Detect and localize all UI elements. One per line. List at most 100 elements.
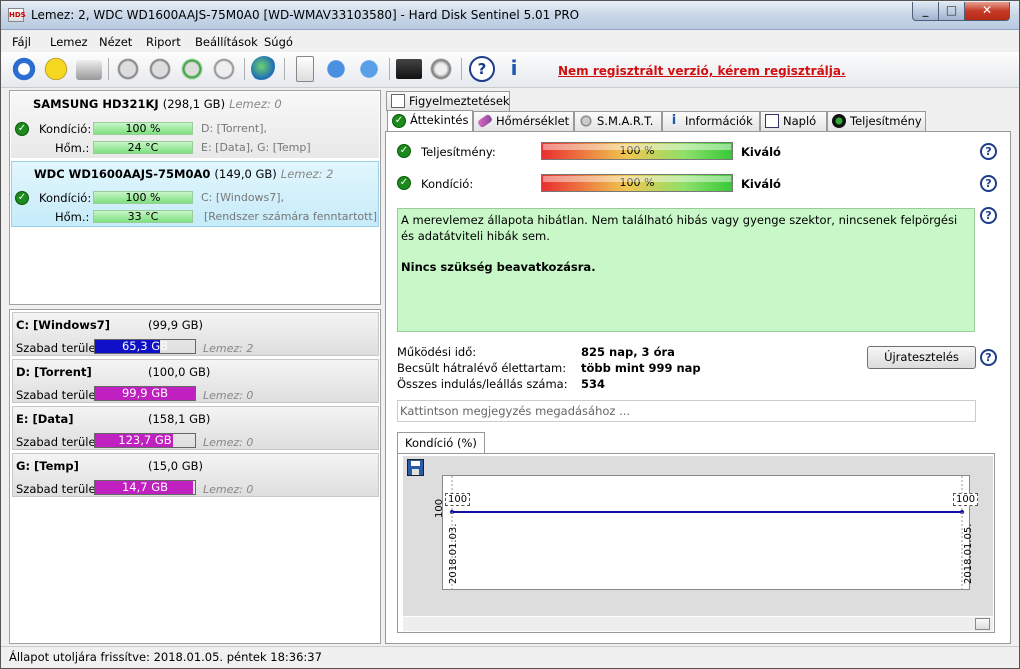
disk-tool-icon[interactable]	[115, 56, 141, 82]
status-bar: Állapot utoljára frissítve: 2018.01.05. …	[1, 646, 1019, 668]
condition-chart: 100 100 100 2018.01.03. 2018.01.05.	[397, 453, 995, 633]
tab-label: Információk	[685, 114, 753, 128]
disk-item[interactable]: SAMSUNG HD321KJ (298,1 GB) Lemez: 0 ✓ Ko…	[11, 92, 379, 158]
tab-overview[interactable]: ✓ Áttekintés	[387, 110, 473, 132]
network-icon[interactable]	[356, 56, 382, 82]
disk-smart-icon	[579, 114, 593, 128]
free-space-label: Szabad terület	[16, 388, 101, 402]
toolbar-separator	[244, 58, 245, 80]
menu-report[interactable]: Riport	[146, 35, 181, 49]
partition-name: G: [Temp]	[16, 459, 79, 473]
transfer-icon[interactable]	[323, 56, 349, 82]
condition-label: Kondíció:	[39, 191, 92, 205]
performance-rating: Kiváló	[741, 145, 781, 159]
partition-item[interactable]: C: [Windows7] (99,9 GB) Szabad terület 6…	[12, 312, 379, 356]
toolbar-separator	[284, 58, 285, 80]
tab-alerts[interactable]: Figyelmeztetések	[386, 91, 510, 111]
help-icon[interactable]: ?	[980, 143, 997, 160]
maximize-button[interactable]: □	[938, 2, 965, 21]
refresh-icon[interactable]	[11, 56, 37, 82]
partition-info: D: [Torrent],	[201, 122, 267, 135]
temp-bar: 33 °C	[93, 210, 193, 223]
performance-bar: 100 %	[541, 142, 733, 160]
free-space-value: 14,7 GB	[121, 480, 169, 494]
ok-check-icon: ✓	[397, 176, 411, 190]
help-icon[interactable]: ?	[469, 56, 495, 82]
start-stop-label: Összes indulás/leállás száma:	[397, 377, 568, 391]
help-icon[interactable]: ?	[980, 207, 997, 224]
partition-size: (158,1 GB)	[148, 412, 211, 426]
help-icon[interactable]: ?	[980, 349, 997, 366]
chart-area: 100 100 100 2018.01.03. 2018.01.05.	[403, 456, 993, 616]
chart-scrollbar[interactable]	[403, 617, 993, 631]
overview-panel: ✓ Teljesítmény: 100 % Kiváló ? ✓ Kondíci…	[385, 131, 1011, 644]
partition-list: C: [Windows7] (99,9 GB) Szabad terület 6…	[9, 309, 381, 644]
close-button[interactable]: ✕	[964, 2, 1010, 21]
ok-check-icon: ✓	[397, 144, 411, 158]
disk-tool-2-icon[interactable]	[147, 56, 173, 82]
tab-smart[interactable]: S.M.A.R.T.	[574, 111, 662, 131]
title-bar[interactable]: HDS Lemez: 2, WDC WD1600AAJS-75M0A0 [WD-…	[1, 1, 1019, 30]
disk-item-selected[interactable]: WDC WD1600AAJS-75M0A0 (149,0 GB) Lemez: …	[11, 161, 379, 227]
tab-temperature[interactable]: Hőmérséklet	[473, 111, 574, 131]
partition-info: E: [Data], G: [Temp]	[201, 141, 311, 154]
app-logo-icon: HDS	[8, 8, 26, 22]
note-input[interactable]: Kattintson megjegyzés megadásához ...	[397, 400, 976, 422]
disk-size: (298,1 GB)	[162, 97, 226, 111]
partition-item[interactable]: E: [Data] (158,1 GB) Szabad terület 123,…	[12, 406, 379, 450]
menu-help[interactable]: Súgó	[264, 35, 293, 49]
disk-tool-3-icon[interactable]	[211, 56, 237, 82]
help-icon[interactable]: ?	[980, 175, 997, 192]
tab-information[interactable]: i Információk	[662, 111, 760, 131]
menu-view[interactable]: Nézet	[99, 35, 132, 49]
ok-check-icon: ✓	[15, 191, 29, 205]
scroll-thumb[interactable]	[975, 618, 990, 630]
status-text: A merevlemez állapota hibátlan. Nem talá…	[401, 213, 958, 243]
alert-icon[interactable]	[43, 56, 69, 82]
temp-bar: 24 °C	[93, 141, 193, 154]
globe-icon[interactable]	[251, 56, 277, 82]
partition-disk-index: Lemez: 0	[203, 483, 254, 496]
x-tick-label: 2018.01.05.	[963, 523, 974, 584]
toolbar-separator	[389, 58, 390, 80]
menu-file[interactable]: Fájl	[12, 35, 31, 49]
partition-disk-index: Lemez: 0	[203, 436, 254, 449]
temp-label: Hőm.:	[55, 141, 90, 155]
partition-size: (15,0 GB)	[148, 459, 204, 473]
minimize-button[interactable]: _	[912, 2, 939, 21]
tab-performance[interactable]: Teljesítmény	[827, 111, 926, 131]
tab-label: Figyelmeztetések	[409, 94, 510, 108]
disk-check-icon[interactable]	[179, 56, 205, 82]
disk-index: Lemez: 2	[280, 167, 334, 181]
report-icon[interactable]	[396, 59, 422, 79]
retest-button[interactable]: Újratesztelés	[867, 346, 976, 369]
disk-name: WDC WD1600AAJS-75M0A0	[34, 167, 211, 181]
disk-list: SAMSUNG HD321KJ (298,1 GB) Lemez: 0 ✓ Ko…	[9, 90, 381, 305]
condition-label: Kondíció:	[421, 177, 474, 191]
free-space-bar: 99,9 GB	[94, 386, 196, 401]
register-link[interactable]: Nem regisztrált verzió, kérem regisztrál…	[558, 64, 846, 78]
partition-disk-index: Lemez: 0	[203, 389, 254, 402]
partition-name: C: [Windows7]	[16, 318, 110, 332]
tab-log[interactable]: Napló	[760, 111, 827, 131]
partition-item[interactable]: D: [Torrent] (100,0 GB) Szabad terület 9…	[12, 359, 379, 403]
remaining-life-value: több mint 999 nap	[581, 361, 701, 375]
status-text: Állapot utoljára frissítve: 2018.01.05. …	[9, 650, 322, 664]
menu-settings[interactable]: Beállítások	[195, 35, 258, 49]
condition-bar: 100 %	[93, 122, 193, 135]
partition-info: [Rendszer számára fenntartott]	[204, 210, 378, 223]
free-space-label: Szabad terület	[16, 435, 101, 449]
status-description: A merevlemez állapota hibátlan. Nem talá…	[397, 208, 975, 332]
save-icon[interactable]	[407, 459, 424, 476]
info-icon[interactable]: i	[501, 56, 527, 82]
speaker-icon[interactable]	[428, 56, 454, 82]
partition-item[interactable]: G: [Temp] (15,0 GB) Szabad terület 14,7 …	[12, 453, 379, 497]
temp-label: Hőm.:	[55, 210, 90, 224]
document-icon[interactable]	[296, 56, 314, 82]
disk-icon[interactable]	[76, 60, 102, 80]
menu-disk[interactable]: Lemez	[50, 35, 88, 49]
free-space-value: 65,3 GB	[121, 339, 169, 353]
free-space-bar: 123,7 GB	[94, 433, 196, 448]
condition-rating: Kiváló	[741, 177, 781, 191]
chart-tab[interactable]: Kondíció (%)	[397, 432, 485, 454]
